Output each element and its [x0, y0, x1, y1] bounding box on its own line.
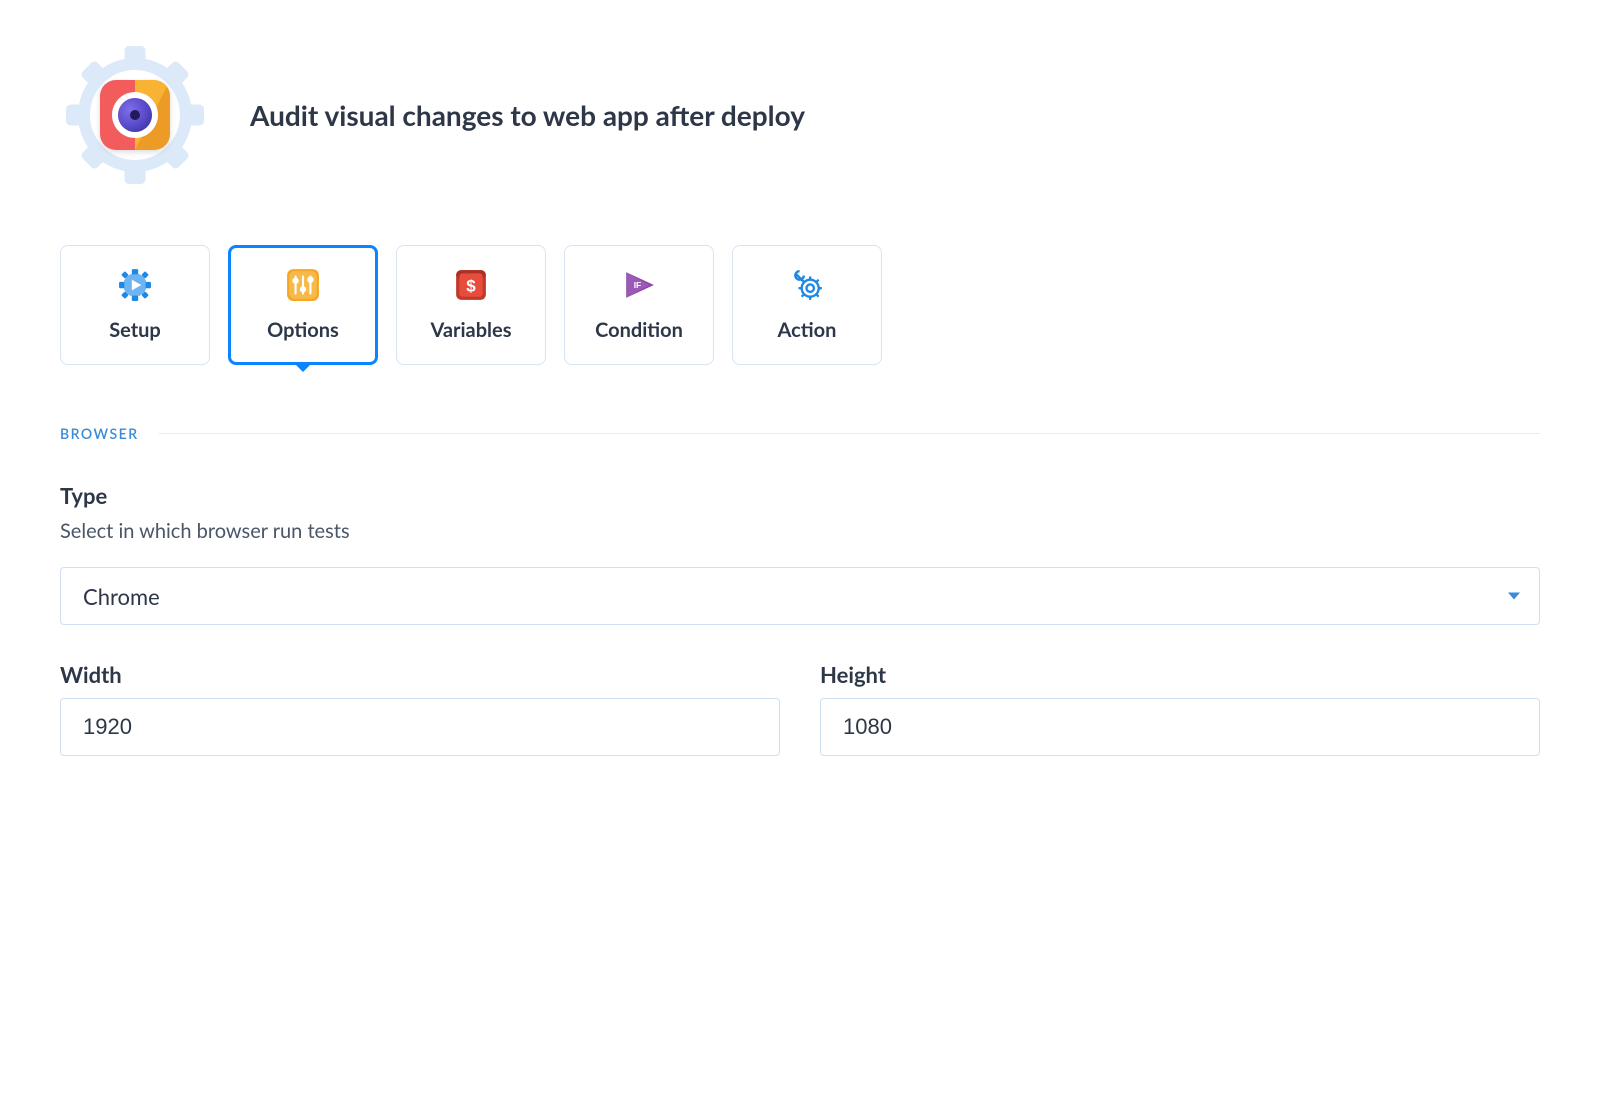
tab-label: Setup — [109, 318, 161, 342]
dimensions-row: Width Height — [60, 661, 1540, 756]
tab-label: Action — [778, 318, 837, 342]
field-label: Width — [60, 661, 780, 688]
page-header: Audit visual changes to web app after de… — [60, 40, 1540, 190]
app-logo-icon — [100, 80, 170, 150]
field-type: Type Select in which browser run tests C… — [60, 482, 1540, 625]
field-height: Height — [820, 661, 1540, 756]
field-label: Type — [60, 482, 1540, 509]
browser-type-select[interactable]: Chrome — [60, 567, 1540, 625]
sliders-icon — [286, 268, 320, 302]
if-play-icon: IF — [622, 268, 656, 302]
tab-action[interactable]: Action — [732, 245, 882, 365]
svg-text:IF: IF — [634, 280, 642, 290]
tab-label: Variables — [431, 318, 512, 342]
chevron-down-icon — [1508, 593, 1520, 600]
select-value: Chrome — [83, 583, 160, 610]
height-input[interactable] — [820, 698, 1540, 756]
field-label: Height — [820, 661, 1540, 688]
section-heading-browser: BROWSER — [60, 425, 1540, 442]
tab-condition[interactable]: IF Condition — [564, 245, 714, 365]
tab-label: Options — [267, 318, 339, 342]
tab-label: Condition — [595, 318, 683, 342]
tab-setup[interactable]: Setup — [60, 245, 210, 365]
page-title: Audit visual changes to web app after de… — [250, 98, 805, 132]
tab-options[interactable]: Options — [228, 245, 378, 365]
field-description: Select in which browser run tests — [60, 519, 1540, 543]
width-input[interactable] — [60, 698, 780, 756]
gear-play-icon — [118, 268, 152, 302]
tab-bar: Setup Options $ — [60, 245, 1540, 365]
gear-wrench-icon — [790, 268, 824, 302]
section-heading-text: BROWSER — [60, 425, 139, 442]
divider — [159, 433, 1540, 434]
dollar-box-icon: $ — [454, 268, 488, 302]
app-badge — [60, 40, 210, 190]
svg-text:$: $ — [466, 276, 476, 295]
field-width: Width — [60, 661, 780, 756]
tab-variables[interactable]: $ Variables — [396, 245, 546, 365]
